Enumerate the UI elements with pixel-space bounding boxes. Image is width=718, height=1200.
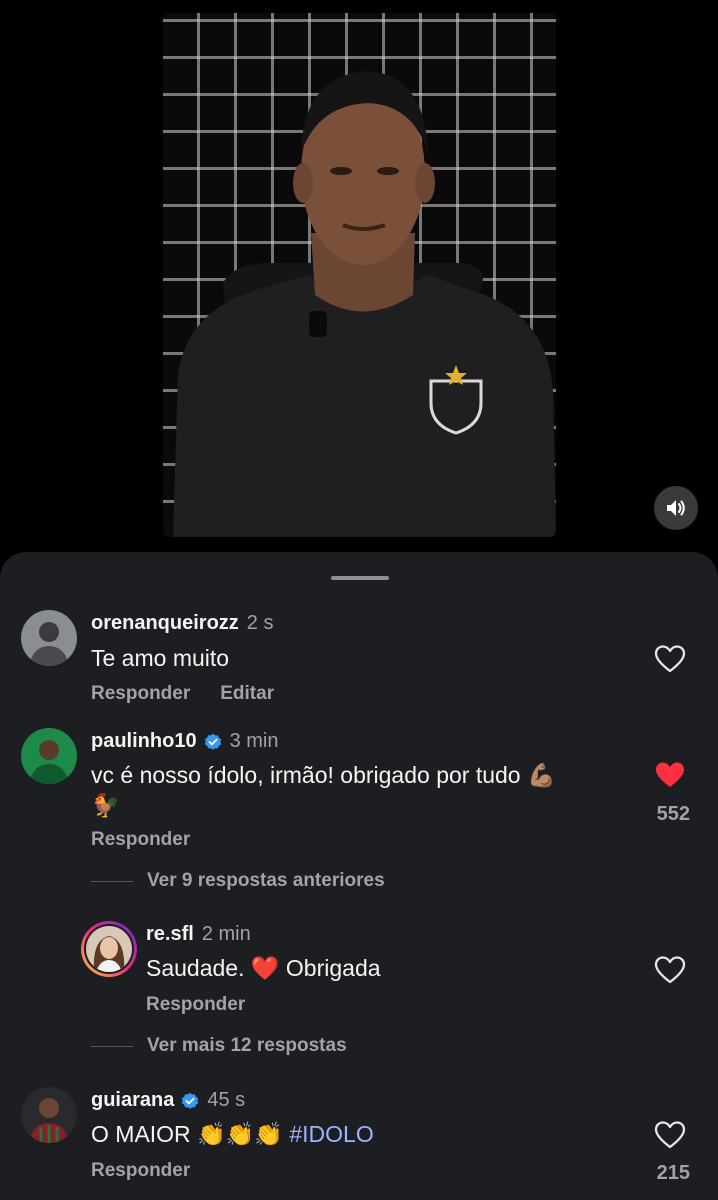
view-previous-replies-button[interactable]: Ver 9 respostas anteriores bbox=[91, 870, 385, 892]
comment-header: re.sfl 2 min bbox=[146, 923, 251, 946]
video-area bbox=[0, 0, 718, 560]
view-replies-label: Ver 9 respostas anteriores bbox=[147, 870, 385, 891]
heart-outline-icon[interactable] bbox=[654, 644, 686, 674]
comment-header: orenanqueirozz 2 s bbox=[91, 612, 273, 635]
comments-sheet: orenanqueirozz 2 s Te amo muito Responde… bbox=[0, 552, 718, 1200]
username[interactable]: guiarana bbox=[91, 1089, 174, 1112]
heart-outline-icon[interactable] bbox=[654, 955, 686, 985]
like-count: 552 bbox=[656, 803, 690, 825]
video-player[interactable] bbox=[163, 13, 556, 537]
comment-text-line: 🐓 bbox=[91, 792, 120, 818]
reply-button[interactable]: Responder bbox=[146, 994, 245, 1016]
comment-time: 2 s bbox=[246, 612, 274, 634]
comment-text: vc é nosso ídolo, irmão! obrigado por tu… bbox=[91, 760, 556, 820]
comment-text-part: O MAIOR 👏👏👏 bbox=[91, 1121, 290, 1147]
sheet-drag-handle[interactable] bbox=[331, 576, 389, 580]
heart-outline-icon[interactable] bbox=[654, 1120, 686, 1150]
username[interactable]: orenanqueirozz bbox=[91, 612, 239, 635]
story-avatar[interactable] bbox=[81, 921, 137, 977]
comment-text-part: Obrigada bbox=[279, 955, 381, 981]
sound-toggle-button[interactable] bbox=[654, 486, 698, 530]
heart-emoji: ❤️ bbox=[250, 955, 280, 981]
comment-actions: Responder bbox=[91, 1160, 190, 1182]
comment-actions: Responder bbox=[146, 994, 245, 1016]
avatar[interactable] bbox=[21, 1087, 77, 1143]
comment-time: 2 min bbox=[201, 923, 251, 945]
reply-button[interactable]: Responder bbox=[91, 1160, 190, 1182]
divider bbox=[91, 880, 133, 882]
username[interactable]: re.sfl bbox=[146, 923, 194, 946]
hashtag-link[interactable]: #IDOLO bbox=[289, 1121, 373, 1147]
video-thumbnail bbox=[173, 71, 556, 537]
view-more-replies-button[interactable]: Ver mais 12 respostas bbox=[91, 1035, 347, 1057]
comment-time: 45 s bbox=[207, 1089, 246, 1111]
verified-badge-icon bbox=[182, 1092, 199, 1109]
edit-button[interactable]: Editar bbox=[220, 683, 274, 705]
comment-text-line: vc é nosso ídolo, irmão! obrigado por tu… bbox=[91, 762, 556, 788]
comment-header: guiarana 45 s bbox=[91, 1089, 245, 1112]
reply-button[interactable]: Responder bbox=[91, 683, 190, 705]
divider bbox=[91, 1045, 133, 1047]
username[interactable]: paulinho10 bbox=[91, 730, 197, 753]
comment-text: O MAIOR 👏👏👏 #IDOLO bbox=[91, 1119, 374, 1149]
comment-actions: Responder bbox=[91, 829, 190, 851]
comment-header: paulinho10 3 min bbox=[91, 730, 278, 753]
speaker-icon bbox=[667, 500, 685, 516]
comment-actions: Responder Editar bbox=[91, 683, 274, 705]
avatar[interactable] bbox=[21, 728, 77, 784]
view-replies-label: Ver mais 12 respostas bbox=[147, 1035, 347, 1056]
avatar[interactable] bbox=[21, 610, 77, 666]
comment-text-part: Saudade. bbox=[146, 955, 251, 981]
verified-badge-icon bbox=[204, 733, 221, 750]
reply-button[interactable]: Responder bbox=[91, 829, 190, 851]
comment-text: Te amo muito bbox=[91, 645, 230, 671]
comment-text: Saudade. ❤️ Obrigada bbox=[146, 953, 381, 983]
heart-filled-icon[interactable] bbox=[654, 760, 686, 790]
like-count: 215 bbox=[656, 1162, 690, 1184]
comment-time: 3 min bbox=[229, 730, 279, 752]
